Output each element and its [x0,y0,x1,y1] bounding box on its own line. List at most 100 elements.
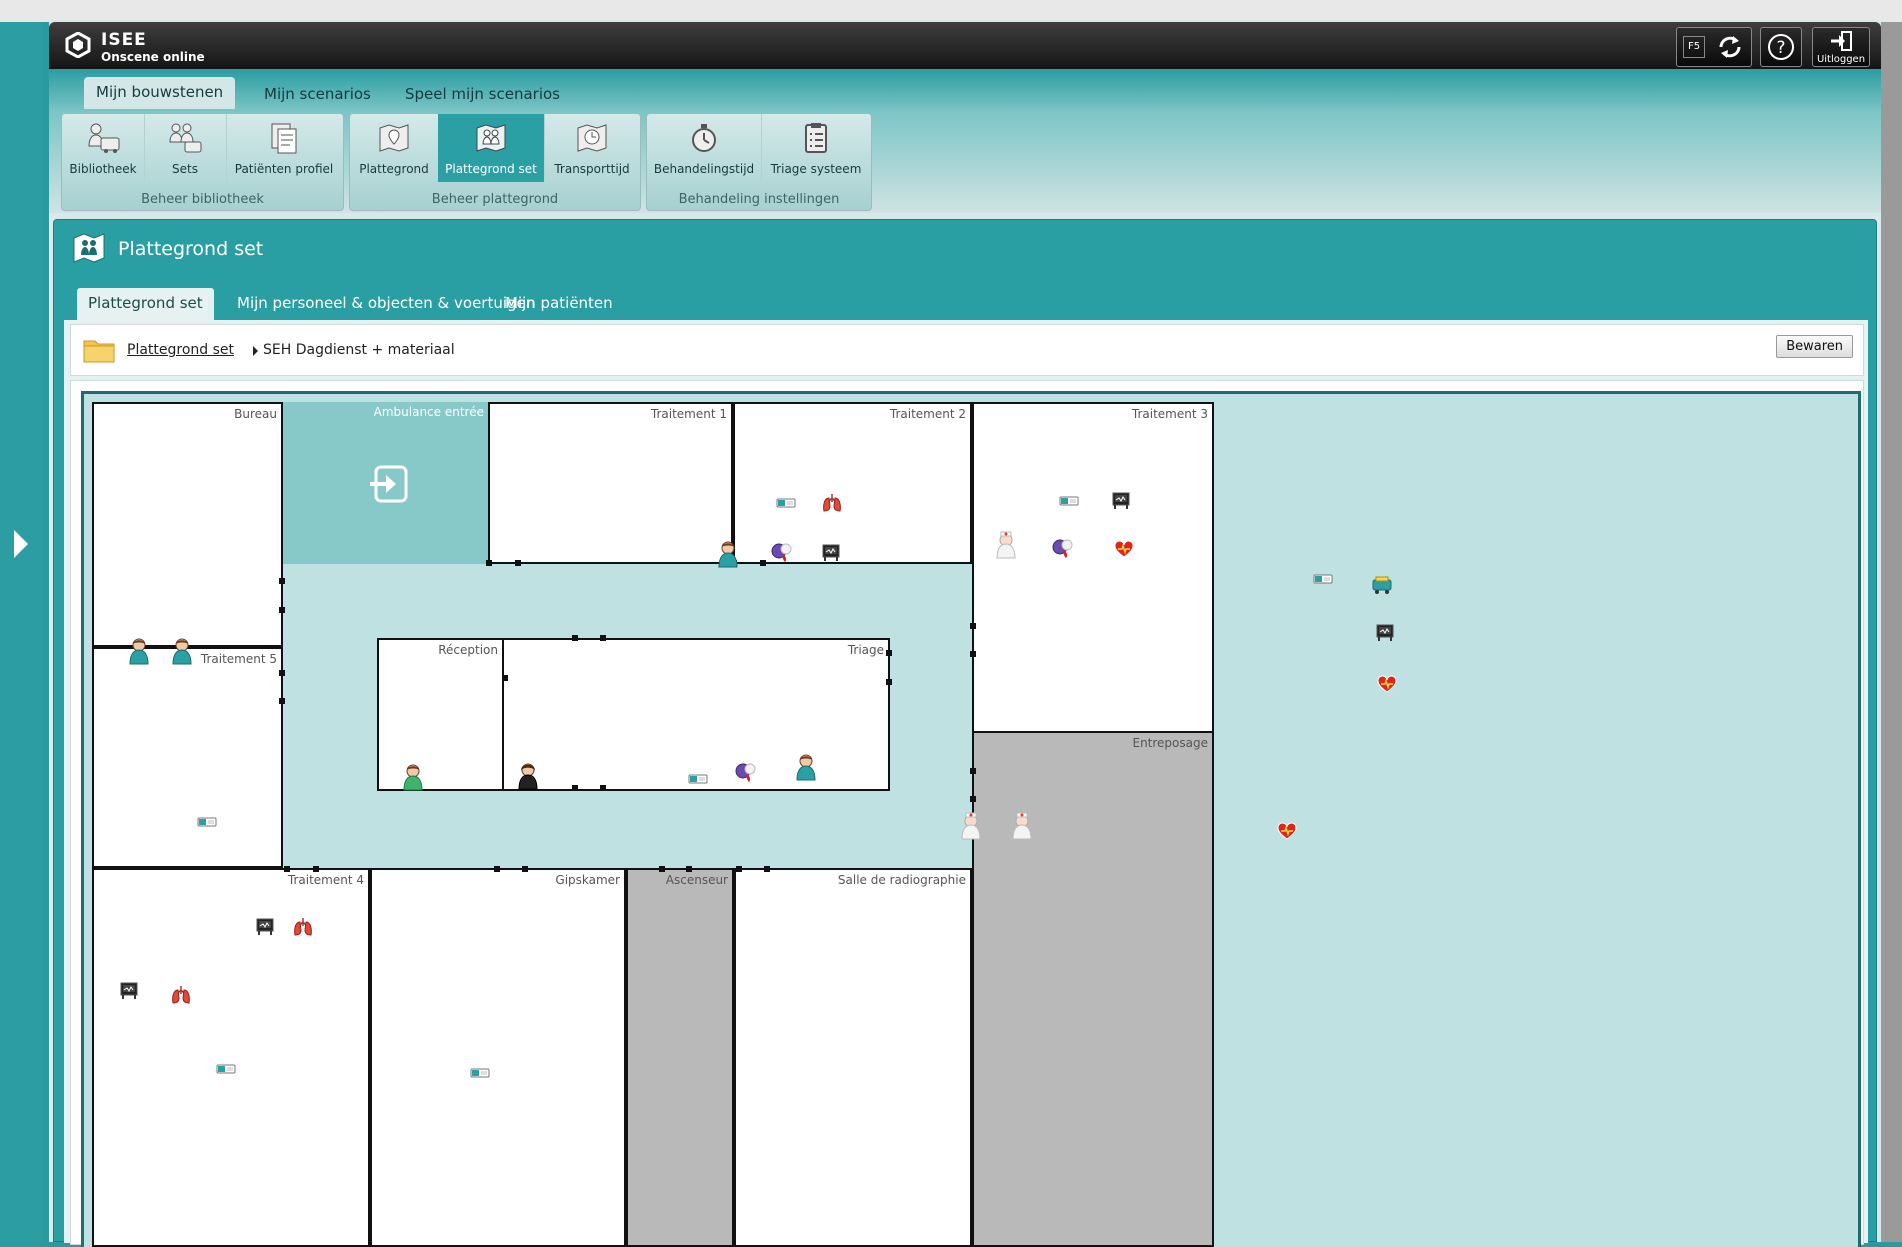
room-gipskamer[interactable]: Gipskamer [370,868,626,1247]
room-traitement-5[interactable]: Traitement 5 [92,647,283,868]
room-label: Ascenseur [665,873,728,887]
map-people-icon [73,233,105,263]
door-marker [970,796,976,802]
room-traitement-2[interactable]: Traitement 2 [733,402,972,564]
stopwatch-icon [692,124,716,152]
left-sidebar [0,22,42,1242]
receptionist-icon[interactable] [517,762,539,790]
tab-mijn-bouwstenen[interactable]: Mijn bouwstenen [84,77,236,109]
logout-button[interactable]: Uitloggen [1812,27,1870,67]
room-label: Traitement 2 [889,407,966,421]
main-panel: Plattegrond set Plattegrond set Mijn per… [53,219,1877,1247]
tab-speel-mijn-scenarios[interactable]: Speel mijn scenarios [393,79,572,109]
bed-icon[interactable] [216,1062,236,1076]
monitor-icon[interactable] [822,544,840,562]
nurse-icon[interactable] [960,812,982,840]
lungs-icon[interactable] [293,916,313,936]
entrance-icon [370,465,408,503]
map-clock-icon [577,124,607,152]
lungs-icon[interactable] [822,492,842,512]
staff-person-icon[interactable] [171,637,193,665]
clipboard-list-icon [805,123,827,153]
breadcrumb-root-link[interactable]: Plattegrond set [127,342,234,358]
nurse-icon[interactable] [995,531,1017,559]
door-marker [494,866,500,872]
tool-transporttijd[interactable]: Transporttijd [544,114,640,182]
help-icon: ? [1768,34,1794,60]
room-ambulance-entree[interactable]: Ambulance entrée [283,402,488,564]
tool-patienten-profiel[interactable]: Patiënten profiel [226,114,342,182]
room-label: Entreposage [1132,736,1208,750]
help-button[interactable]: ? [1760,27,1802,67]
bed-icon[interactable] [1059,494,1079,508]
door-marker [886,650,892,656]
heart-monitor-icon[interactable] [1277,822,1297,840]
door-marker [279,607,285,613]
room-traitement-4[interactable]: Traitement 4 [92,868,370,1247]
tab-plattegrond-set[interactable]: Plattegrond set [77,288,214,320]
tab-mijn-scenarios[interactable]: Mijn scenarios [252,79,383,109]
expand-arrow-icon[interactable] [14,530,28,558]
staff-person-icon[interactable] [795,753,817,781]
content-area: Plattegrond set SEH Dagdienst + materiaa… [64,320,1868,1247]
tool-triage-systeem[interactable]: Triage systeem [761,114,871,182]
staff-person-icon[interactable] [717,540,739,568]
group-caption: Beheer plattegrond [431,192,559,207]
tool-bibliotheek[interactable]: Bibliotheek [62,114,145,182]
door-marker [970,623,976,629]
heart-monitor-icon[interactable] [1114,540,1134,558]
monitor-icon[interactable] [1376,624,1394,642]
tab-mijn-patienten[interactable]: Mijn patiënten [494,288,624,318]
room-salle-de-radiographie[interactable]: Salle de radiographie [734,868,972,1247]
refresh-icon[interactable] [1715,32,1745,62]
breadcrumb-separator-icon [253,346,258,356]
bed-icon[interactable] [688,772,708,786]
f5-button[interactable]: F5 [1683,36,1705,58]
door-marker [659,866,665,872]
door-marker [600,635,606,641]
door-marker [284,866,290,872]
door-marker [502,675,508,681]
bed-icon[interactable] [197,815,217,829]
room-traitement-1[interactable]: Traitement 1 [488,402,733,564]
library-icon [88,123,120,153]
infusion-icon[interactable] [770,540,794,564]
tool-plattegrond[interactable]: Plattegrond [350,114,439,182]
door-marker [970,768,976,774]
room-bureau[interactable]: Bureau [92,402,283,647]
tool-behandelingstijd[interactable]: Behandelingstijd [647,114,762,182]
monitor-icon[interactable] [256,918,274,936]
monitor-icon[interactable] [1112,492,1130,510]
monitor-icon[interactable] [120,982,138,1000]
patient-icon[interactable] [402,763,424,791]
room-label: Traitement 3 [1131,407,1208,421]
tool-label: Sets [172,162,198,176]
infusion-icon[interactable] [1051,536,1075,560]
bed-icon[interactable] [470,1066,490,1080]
bed-icon[interactable] [1313,572,1333,586]
room-triage[interactable]: Triage [502,638,890,791]
door-marker [736,866,742,872]
staff-person-icon[interactable] [128,637,150,665]
nurse-icon[interactable] [1011,812,1033,840]
door-marker [515,560,521,566]
tool-plattegrond-set[interactable]: Plattegrond set [438,114,545,182]
group-caption: Behandeling instellingen [678,192,840,207]
logout-label: Uitloggen [1816,54,1866,65]
room-ascenseur[interactable]: Ascenseur [626,868,734,1247]
room-reception[interactable]: Réception [377,638,504,791]
bed-icon[interactable] [776,496,796,510]
lungs-icon[interactable] [171,984,191,1004]
room-traitement-3[interactable]: Traitement 3 [972,402,1214,733]
door-marker [486,560,492,566]
room-label: Réception [438,643,498,657]
save-button[interactable]: Bewaren [1776,335,1853,358]
tool-sets[interactable]: Sets [144,114,227,182]
infusion-icon[interactable] [734,760,758,784]
heart-monitor-icon[interactable] [1377,675,1397,693]
door-marker [764,866,770,872]
room-entreposage[interactable]: Entreposage [972,733,1214,1247]
map-people-icon [476,124,506,152]
pediatric-bed-icon[interactable] [1372,575,1392,595]
refresh-group: F5 [1676,27,1752,67]
